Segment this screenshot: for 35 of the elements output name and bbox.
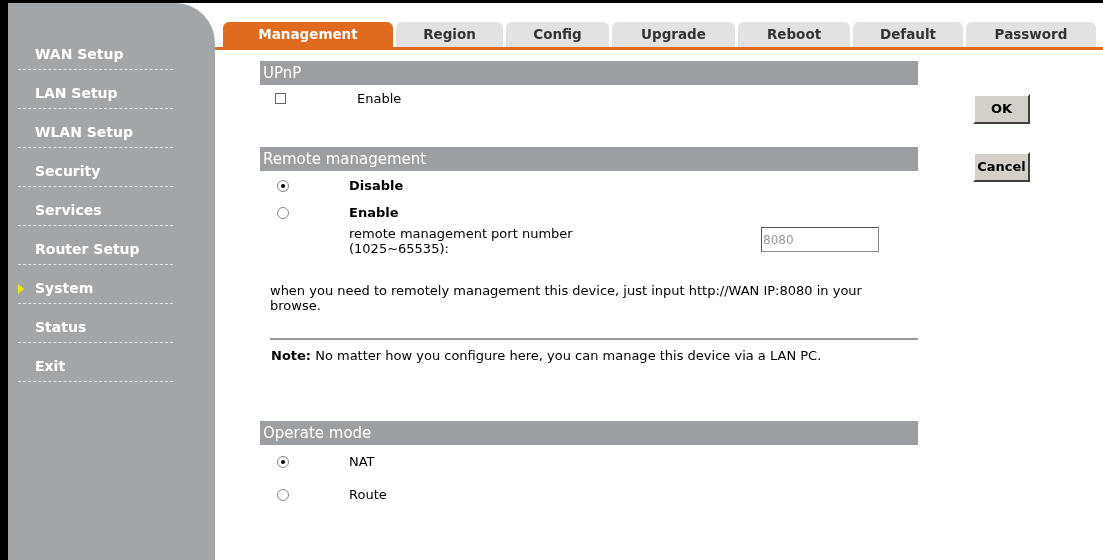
- dialog-button[interactable]: OK: [973, 94, 1030, 124]
- radio-label: Route: [349, 485, 387, 504]
- sidebar-item[interactable]: Exit: [35, 356, 66, 377]
- section-header: Operate mode: [260, 421, 918, 445]
- tab[interactable]: Management: [223, 22, 393, 47]
- port-field[interactable]: 8080: [761, 227, 879, 252]
- sidebar-item[interactable]: WAN Setup: [35, 44, 124, 65]
- checkbox[interactable]: [275, 93, 286, 104]
- radio-button[interactable]: [277, 455, 289, 468]
- sidebar-item[interactable]: LAN Setup: [35, 83, 118, 104]
- tab[interactable]: Upgrade: [612, 22, 735, 47]
- checkbox-label: Enable: [357, 89, 402, 108]
- port-label: remote management port number (1025~65535):: [349, 226, 574, 256]
- dialog-button[interactable]: Cancel: [973, 152, 1030, 182]
- tab[interactable]: Default: [853, 22, 963, 47]
- radio-label: Enable: [349, 203, 399, 222]
- radio-label: NAT: [349, 452, 375, 471]
- sidebar-item[interactable]: Router Setup: [35, 239, 140, 260]
- sidebar-item[interactable]: WLAN Setup: [35, 122, 134, 143]
- tab[interactable]: Password: [966, 22, 1096, 47]
- note-text: Note: No matter how you configure here, you can manage this device via a LAN PC.: [270, 348, 823, 363]
- info-text: when you need to remotely management this device, just input http://WAN IP:8080 in your browse.: [270, 283, 863, 313]
- section-header: Remote management: [260, 147, 918, 171]
- radio-button[interactable]: [277, 179, 289, 192]
- section-header: UPnP: [260, 61, 918, 85]
- tab[interactable]: Region: [396, 22, 503, 47]
- sidebar-item[interactable]: Services: [35, 200, 102, 221]
- radio-label: Disable: [349, 176, 404, 195]
- sidebar-item[interactable]: Security: [35, 161, 101, 182]
- radio-button[interactable]: [277, 488, 289, 501]
- tab[interactable]: Config: [506, 22, 609, 47]
- radio-button[interactable]: [277, 206, 289, 219]
- tab[interactable]: Reboot: [738, 22, 850, 47]
- sidebar-item[interactable]: System: [35, 278, 94, 299]
- sidebar-item[interactable]: Status: [35, 317, 87, 338]
